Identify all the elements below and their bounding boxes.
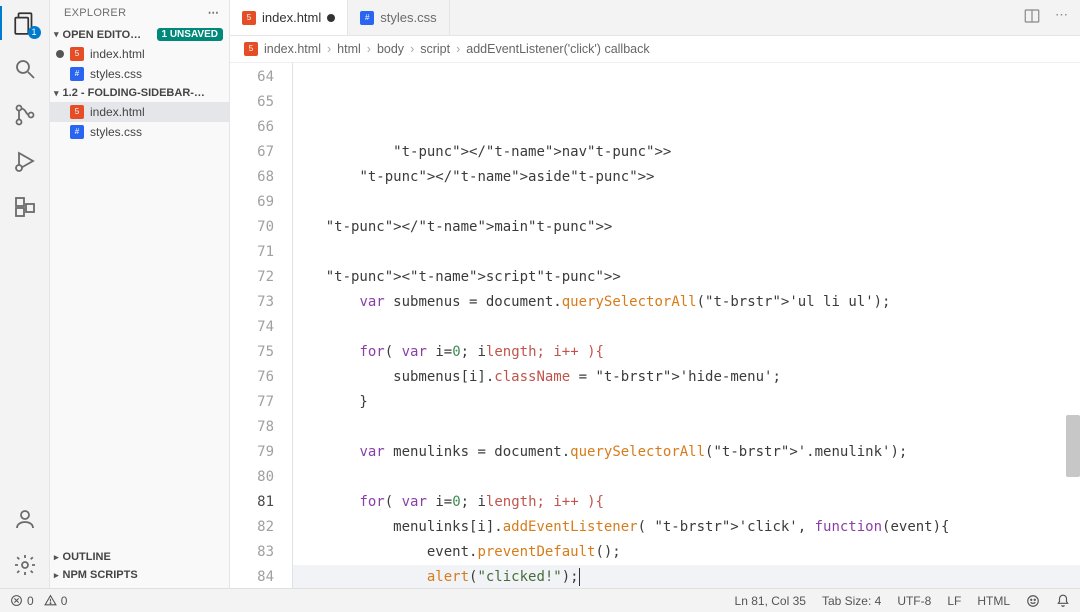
activity-bar: 1	[0, 0, 50, 588]
npm-scripts-header[interactable]: ▸ NPM SCRIPTS	[50, 566, 229, 584]
editor-tab[interactable]: # styles.css	[348, 0, 449, 35]
folder-file-item[interactable]: # styles.css	[50, 122, 229, 142]
editor-more-icon[interactable]: ⋯	[1055, 7, 1068, 28]
status-lncol[interactable]: Ln 81, Col 35	[735, 594, 806, 608]
chevron-down-icon: ▾	[54, 88, 59, 99]
breadcrumb-file: index.html	[264, 42, 321, 56]
chevron-right-icon: ›	[367, 42, 371, 56]
editor-area: 5 index.html # styles.css ⋯ 5 index.html…	[230, 0, 1080, 588]
explorer-icon[interactable]: 1	[10, 8, 40, 38]
file-name: styles.css	[90, 125, 142, 139]
explorer-title: EXPLORER	[64, 7, 126, 19]
file-name: styles.css	[90, 67, 142, 81]
chevron-right-icon: ›	[327, 42, 331, 56]
explorer-panel: EXPLORER ⋯ ▾ OPEN EDITO… 1 UNSAVED 5 ind…	[50, 0, 230, 588]
search-icon[interactable]	[10, 54, 40, 84]
open-editor-item[interactable]: # styles.css	[50, 64, 229, 84]
html-file-icon: 5	[244, 42, 258, 56]
html-file-icon: 5	[70, 105, 84, 119]
open-editors-header[interactable]: ▾ OPEN EDITO… 1 UNSAVED	[50, 25, 229, 44]
breadcrumb-item[interactable]: script	[420, 42, 450, 56]
status-bar: 0 0 Ln 81, Col 35 Tab Size: 4 UTF-8 LF H…	[0, 588, 1080, 612]
chevron-right-icon: ▸	[54, 552, 59, 563]
breadcrumb-item[interactable]: html	[337, 42, 361, 56]
outline-header[interactable]: ▸ OUTLINE	[50, 548, 229, 566]
chevron-right-icon: ›	[456, 42, 460, 56]
source-control-icon[interactable]	[10, 100, 40, 130]
extensions-icon[interactable]	[10, 192, 40, 222]
split-editor-icon[interactable]	[1023, 7, 1041, 28]
settings-gear-icon[interactable]	[10, 550, 40, 580]
tab-dirty-dot-icon	[327, 14, 335, 22]
file-name: index.html	[90, 47, 145, 61]
account-icon[interactable]	[10, 504, 40, 534]
html-file-icon: 5	[242, 11, 256, 25]
css-file-icon: #	[70, 125, 84, 139]
folder-header[interactable]: ▾ 1.2 - FOLDING-SIDEBAR-…	[50, 84, 229, 102]
breadcrumb[interactable]: 5 index.html › html › body › script › ad…	[230, 36, 1080, 63]
status-language[interactable]: HTML	[977, 594, 1010, 608]
html-file-icon: 5	[70, 47, 84, 61]
activity-badge: 1	[28, 26, 41, 39]
breadcrumb-item[interactable]: addEventListener('click') callback	[466, 42, 649, 56]
modified-dot-icon	[56, 50, 64, 58]
status-errors[interactable]: 0	[10, 594, 34, 608]
code-editor[interactable]: 6465666768697071727374757677787980818283…	[230, 63, 1080, 588]
status-encoding[interactable]: UTF-8	[897, 594, 931, 608]
folder-file-item[interactable]: 5 index.html	[50, 102, 229, 122]
tab-label: index.html	[262, 10, 321, 25]
notifications-icon[interactable]	[1056, 594, 1070, 608]
scrollbar-thumb[interactable]	[1066, 415, 1080, 477]
run-debug-icon[interactable]	[10, 146, 40, 176]
explorer-more-icon[interactable]: ⋯	[208, 6, 219, 19]
editor-tabs: 5 index.html # styles.css ⋯	[230, 0, 1080, 36]
feedback-icon[interactable]	[1026, 594, 1040, 608]
code-content[interactable]: "t-punc"></"t-name">nav"t-punc">> "t-pun…	[292, 63, 1080, 588]
status-tabsize[interactable]: Tab Size: 4	[822, 594, 881, 608]
file-name: index.html	[90, 105, 145, 119]
unsaved-badge: 1 UNSAVED	[157, 28, 224, 41]
line-gutter: 6465666768697071727374757677787980818283…	[230, 63, 292, 588]
css-file-icon: #	[360, 11, 374, 25]
breadcrumb-item[interactable]: body	[377, 42, 404, 56]
editor-tab[interactable]: 5 index.html	[230, 0, 348, 35]
chevron-right-icon: ▸	[54, 570, 59, 581]
chevron-right-icon: ›	[410, 42, 414, 56]
status-warnings[interactable]: 0	[44, 594, 68, 608]
open-editor-item[interactable]: 5 index.html	[50, 44, 229, 64]
css-file-icon: #	[70, 67, 84, 81]
tab-label: styles.css	[380, 10, 436, 25]
status-eol[interactable]: LF	[947, 594, 961, 608]
chevron-down-icon: ▾	[54, 29, 59, 40]
